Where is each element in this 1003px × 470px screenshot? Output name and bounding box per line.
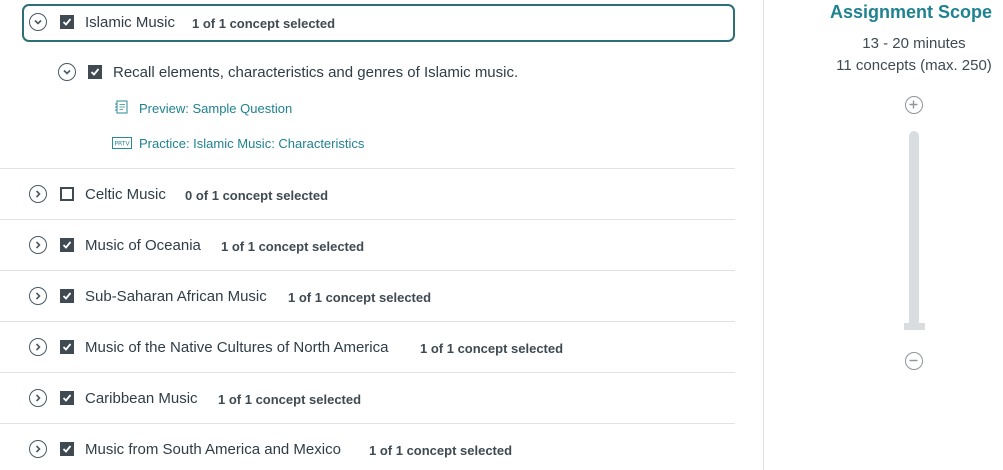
module-row[interactable]: Caribbean Music 1 of 1 concept selected [0, 372, 735, 423]
scope-title: Assignment Scope [830, 2, 993, 22]
expand-chevron-icon[interactable] [29, 338, 47, 356]
module-count: 1 of 1 concept selected [420, 341, 564, 356]
module-count: 1 of 1 concept selected [288, 290, 432, 305]
module-checkbox[interactable] [60, 442, 74, 456]
module-row[interactable]: Music of the Native Cultures of North Am… [0, 321, 735, 372]
practice-link[interactable]: Practice: Islamic Music: Characteristics [139, 136, 364, 151]
practice-icon: PRTV [112, 136, 132, 150]
module-row[interactable]: Music of Oceania 1 of 1 concept selected [0, 219, 735, 270]
module-row[interactable]: Music from South America and Mexico 1 of … [0, 423, 735, 470]
concept-chevron-icon[interactable] [58, 63, 76, 81]
expand-chevron-icon[interactable] [29, 389, 47, 407]
svg-text:PRTV: PRTV [114, 141, 130, 148]
module-count: 1 of 1 concept selected [218, 392, 362, 407]
module-checkbox[interactable] [60, 238, 74, 252]
zoom-out-icon[interactable] [905, 352, 923, 370]
module-count: 1 of 1 concept selected [192, 16, 336, 31]
module-checkbox[interactable] [60, 15, 74, 29]
module-title: Islamic Music [85, 14, 176, 31]
expand-chevron-icon[interactable] [29, 236, 47, 254]
concept-checkbox[interactable] [88, 65, 102, 79]
assignment-scope-panel: Assignment Scope 13 - 20 minutes 11 conc… [763, 0, 1003, 470]
collapse-chevron-icon[interactable] [29, 13, 47, 31]
expand-chevron-icon[interactable] [29, 287, 47, 305]
module-title: Sub-Saharan African Music [85, 288, 267, 305]
module-count: 0 of 1 concept selected [185, 188, 329, 203]
zoom-in-icon[interactable] [905, 96, 923, 114]
scope-time: 13 - 20 minutes [862, 35, 966, 52]
module-title: Music of the Native Cultures of North Am… [85, 339, 389, 356]
module-title: Music from South America and Mexico [85, 441, 341, 458]
module-row[interactable]: Sub-Saharan African Music 1 of 1 concept … [0, 270, 735, 321]
module-count: 1 of 1 concept selected [369, 443, 513, 458]
sample-question-icon [114, 100, 130, 114]
module-checkbox[interactable] [60, 340, 74, 354]
module-title: Music of Oceania [85, 237, 201, 254]
expand-chevron-icon[interactable] [29, 185, 47, 203]
concept-label: Recall elements, characteristics and gen… [113, 64, 519, 81]
module-checkbox[interactable] [60, 391, 74, 405]
module-checkbox[interactable] [60, 289, 74, 303]
module-list: Islamic Music 1 of 1 concept selected Re… [0, 0, 735, 470]
scope-slider-handle[interactable] [904, 323, 925, 330]
module-row[interactable]: Celtic Music 0 of 1 concept selected [0, 168, 735, 219]
preview-sample-question-link[interactable]: Preview: Sample Question [139, 101, 292, 116]
scope-slider-track[interactable] [909, 131, 919, 325]
module-count: 1 of 1 concept selected [221, 239, 365, 254]
module-checkbox[interactable] [60, 187, 74, 201]
module-title: Caribbean Music [85, 390, 198, 407]
module-title: Celtic Music [85, 186, 166, 203]
scope-concepts: 11 concepts (max. 250) [836, 57, 992, 74]
expand-chevron-icon[interactable] [29, 440, 47, 458]
